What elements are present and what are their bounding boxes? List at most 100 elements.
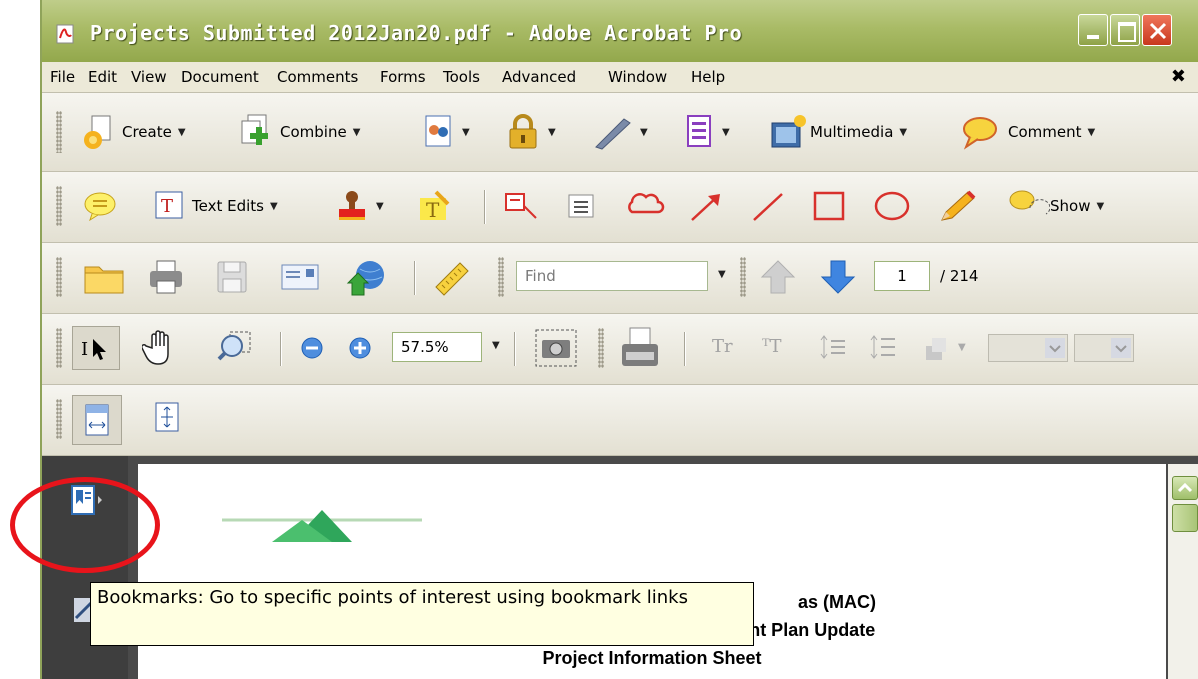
- select-zoom-toolbar: I 57.5% ▼ Tr ᵀT ▼: [42, 314, 1198, 385]
- text-edits-label: Text Edits: [192, 197, 264, 215]
- zoom-dropdown[interactable]: ▼: [486, 340, 500, 351]
- menu-edit[interactable]: Edit: [88, 68, 117, 86]
- page-display-toolbar: [42, 385, 1198, 456]
- toolbar-grip[interactable]: [498, 257, 504, 297]
- email-button[interactable]: [278, 257, 322, 297]
- combine-button[interactable]: Combine ▼: [238, 113, 360, 151]
- stamp-icon: [339, 191, 365, 220]
- title-bar[interactable]: Projects Submitted 2012Jan20.pdf - Adobe…: [42, 0, 1198, 62]
- menu-forms[interactable]: Forms: [380, 68, 426, 86]
- increase-line-spacing-button[interactable]: [868, 332, 898, 362]
- increase-text-size-button[interactable]: ᵀT: [762, 336, 782, 357]
- text-color-button[interactable]: ▼: [922, 332, 966, 362]
- toolbar-grip[interactable]: [740, 257, 746, 297]
- menu-document[interactable]: Document: [181, 68, 259, 86]
- close-button[interactable]: [1142, 14, 1172, 46]
- open-button[interactable]: [82, 257, 126, 297]
- line-tool[interactable]: [748, 188, 788, 224]
- toolbar-grip[interactable]: [56, 257, 62, 297]
- fit-width-icon: [85, 404, 109, 436]
- find-dropdown[interactable]: ▼: [712, 269, 726, 280]
- fit-width-button[interactable]: [72, 395, 122, 445]
- chevron-down-icon: ▼: [548, 126, 556, 138]
- minimize-button[interactable]: [1078, 14, 1108, 46]
- tasks-toolbar: Create ▼ Combine ▼ ▼ ▼ ▼ ▼ Multimedia ▼ Co: [42, 93, 1198, 172]
- create-button[interactable]: Create ▼: [80, 113, 186, 151]
- vertical-scrollbar[interactable]: [1168, 464, 1198, 679]
- menu-close-icon[interactable]: ✖: [1171, 66, 1186, 87]
- scroll-thumb[interactable]: [1172, 504, 1198, 532]
- callout-tool[interactable]: [502, 188, 542, 224]
- save-button[interactable]: [212, 257, 252, 297]
- menu-advanced[interactable]: Advanced: [502, 68, 576, 86]
- multimedia-button[interactable]: Multimedia ▼: [768, 113, 907, 151]
- highlight-text-button[interactable]: T: [414, 188, 452, 224]
- toolbar-grip[interactable]: [56, 186, 62, 226]
- menu-comments[interactable]: Comments: [277, 68, 358, 86]
- previous-page-button[interactable]: [758, 257, 798, 297]
- line-spacing-increase-icon: [870, 335, 895, 359]
- toolbar-grip[interactable]: [598, 328, 604, 368]
- next-page-button[interactable]: [818, 257, 858, 297]
- print-button[interactable]: [146, 257, 186, 297]
- comment-markup-toolbar: T Text Edits ▼ ▼ T Show ▼: [42, 172, 1198, 243]
- pdf-page[interactable]: as (MAC) Integrated Regional Water Manag…: [138, 464, 1166, 679]
- forms-button[interactable]: ▼: [682, 113, 730, 151]
- hand-tool-button[interactable]: [142, 328, 180, 368]
- hand-icon: [142, 330, 169, 365]
- toolbar-separator: [414, 261, 415, 295]
- zoom-in-button[interactable]: [348, 336, 372, 360]
- oval-tool[interactable]: [872, 188, 912, 224]
- text-box-tool[interactable]: [564, 188, 598, 224]
- font-size-select[interactable]: [1074, 334, 1134, 362]
- sticky-note-button[interactable]: [82, 188, 118, 224]
- stamp-button[interactable]: ▼: [334, 188, 384, 224]
- text-color-icon: [926, 338, 946, 360]
- camera-icon: [535, 329, 577, 367]
- sign-button[interactable]: ▼: [590, 113, 648, 151]
- menu-view[interactable]: View: [131, 68, 167, 86]
- toolbar-grip[interactable]: [56, 111, 62, 153]
- menu-file[interactable]: File: [50, 68, 75, 86]
- menu-window[interactable]: Window: [608, 68, 667, 86]
- select-tool-button[interactable]: I: [72, 326, 120, 370]
- cloud-tool[interactable]: [622, 188, 666, 224]
- document-line-3: Project Information Sheet: [542, 648, 762, 668]
- text-edits-button[interactable]: T Text Edits ▼: [152, 188, 278, 224]
- lock-icon: [509, 114, 537, 149]
- zoom-level-input[interactable]: 57.5%: [392, 332, 482, 362]
- chevron-down-icon: ▼: [492, 340, 500, 351]
- typewriter-button[interactable]: [618, 326, 662, 370]
- ruler-icon: [435, 262, 469, 296]
- font-select[interactable]: [988, 334, 1068, 362]
- chevron-down-icon: ▼: [1096, 200, 1105, 212]
- zoom-out-button[interactable]: [300, 336, 324, 360]
- menu-help[interactable]: Help: [691, 68, 725, 86]
- decrease-text-size-button[interactable]: Tr: [712, 336, 733, 357]
- snapshot-button[interactable]: [534, 328, 578, 368]
- toolbar-grip[interactable]: [56, 399, 62, 439]
- show-button[interactable]: Show ▼: [1008, 188, 1104, 224]
- maximize-button[interactable]: [1110, 14, 1140, 46]
- collaborate-button[interactable]: ▼: [418, 113, 470, 151]
- toolbar-separator: [280, 332, 281, 366]
- comment-button[interactable]: Comment ▼: [960, 113, 1095, 151]
- decrease-line-spacing-button[interactable]: [818, 332, 848, 362]
- find-input[interactable]: Find: [516, 261, 708, 291]
- secure-button[interactable]: ▼: [504, 113, 556, 151]
- page-number-input[interactable]: 1: [874, 261, 930, 291]
- arrow-tool[interactable]: [686, 188, 726, 224]
- marquee-zoom-button[interactable]: [216, 328, 256, 368]
- cloud-icon: [628, 193, 665, 214]
- fit-page-button[interactable]: [150, 399, 184, 435]
- upload-share-button[interactable]: [346, 257, 390, 297]
- chevron-down-icon: [1111, 338, 1131, 358]
- combine-icon: [241, 114, 268, 145]
- line-icon: [753, 193, 783, 221]
- toolbar-grip[interactable]: [56, 328, 62, 368]
- pencil-tool[interactable]: [934, 188, 978, 224]
- measure-button[interactable]: [432, 257, 472, 297]
- rectangle-tool[interactable]: [810, 188, 850, 224]
- menu-tools[interactable]: Tools: [443, 68, 480, 86]
- scroll-up-button[interactable]: [1172, 476, 1198, 500]
